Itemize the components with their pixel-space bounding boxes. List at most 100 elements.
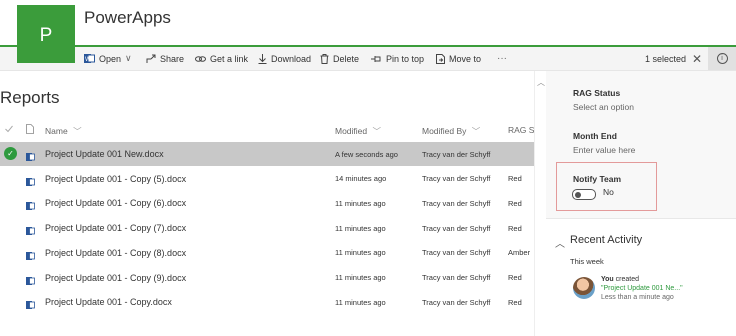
file-name[interactable]: Project Update 001 - Copy.docx bbox=[45, 290, 325, 314]
file-type-header-icon[interactable] bbox=[26, 124, 34, 136]
word-file-icon bbox=[26, 248, 35, 260]
table-row[interactable]: Project Update 001 - Copy.docx 11 minutes… bbox=[0, 290, 534, 314]
rag-status-cell: Red bbox=[508, 297, 522, 307]
rag-status-cell: Red bbox=[508, 198, 522, 208]
activity-line: You created bbox=[601, 276, 639, 283]
modified-by-cell: Tracy van der Schyff bbox=[422, 248, 491, 258]
move-to-label: Move to bbox=[449, 53, 482, 64]
table-row[interactable]: Project Update 001 - Copy (5).docx 14 min… bbox=[0, 167, 534, 191]
modified-cell: A few seconds ago bbox=[335, 149, 398, 159]
table-row[interactable]: Project Update 001 - Copy (7).docx 11 min… bbox=[0, 216, 534, 240]
column-name-label: Name bbox=[45, 126, 68, 136]
file-name[interactable]: Project Update 001 - Copy (8).docx bbox=[45, 241, 325, 265]
rag-status-cell: Amber bbox=[508, 248, 531, 258]
modified-cell: 11 minutes ago bbox=[335, 297, 386, 307]
file-name[interactable]: Project Update 001 - Copy (7).docx bbox=[45, 216, 325, 240]
activity-period: This week bbox=[570, 257, 604, 266]
table-row[interactable]: Project Update 001 - Copy (8).docx 11 min… bbox=[0, 241, 534, 265]
clear-selection-icon[interactable]: ✕ bbox=[692, 52, 702, 66]
open-button[interactable]: W Open ∨ bbox=[84, 47, 132, 70]
file-name[interactable]: Project Update 001 - Copy (5).docx bbox=[45, 167, 325, 191]
share-label: Share bbox=[160, 53, 185, 64]
notify-team-value: No bbox=[603, 187, 614, 197]
chevron-down-icon: ∨ bbox=[125, 53, 132, 63]
delete-icon bbox=[320, 53, 329, 64]
chevron-down-icon: ﹀ bbox=[73, 126, 82, 136]
select-all-check-icon[interactable] bbox=[5, 125, 13, 135]
open-label: Open bbox=[99, 53, 122, 64]
modified-by-cell: Tracy van der Schyff bbox=[422, 174, 491, 184]
modified-by-cell: Tracy van der Schyff bbox=[422, 273, 491, 282]
word-file-icon bbox=[26, 223, 35, 236]
download-button[interactable]: Download bbox=[258, 47, 311, 70]
selected-check-icon[interactable]: ✓ bbox=[4, 147, 17, 160]
share-icon bbox=[146, 54, 156, 64]
pin-icon bbox=[371, 54, 382, 64]
chevron-down-icon: ﹀ bbox=[471, 126, 481, 136]
column-modified-by-label: Modified By bbox=[422, 126, 467, 136]
modified-cell: 11 minutes ago bbox=[335, 198, 386, 208]
column-rag-label: RAG Sta bbox=[508, 125, 534, 135]
app-header: PowerApps bbox=[0, 0, 736, 46]
rag-status-cell: Red bbox=[508, 273, 522, 282]
modified-by-cell: Tracy van der Schyff bbox=[422, 223, 491, 233]
column-modified-label: Modified bbox=[335, 126, 368, 136]
month-end-label: Month End bbox=[573, 131, 617, 141]
file-name[interactable]: Project Update 001 - Copy (6).docx bbox=[45, 191, 325, 215]
modified-by-cell: Tracy van der Schyff bbox=[422, 149, 491, 159]
word-file-icon bbox=[26, 198, 35, 211]
logo-letter: P bbox=[39, 25, 53, 46]
activity-time: Less than a minute ago bbox=[601, 294, 674, 301]
selection-status: 1 selected ✕ bbox=[645, 47, 702, 70]
get-link-button[interactable]: Get a link bbox=[195, 47, 248, 70]
selection-count: 1 selected bbox=[645, 53, 687, 64]
details-pane: RAG Status Select an option Month End En… bbox=[546, 71, 736, 336]
word-file-icon bbox=[26, 297, 35, 310]
chevron-up-icon[interactable]: ︿ bbox=[555, 235, 565, 250]
library-title: Reports bbox=[0, 88, 60, 107]
file-name[interactable]: Project Update 001 - Copy (9).docx bbox=[45, 266, 325, 290]
word-file-icon bbox=[26, 149, 35, 161]
rag-status-field[interactable]: Select an option bbox=[573, 102, 634, 112]
share-button[interactable]: Share bbox=[146, 47, 184, 70]
chevron-down-icon: ﹀ bbox=[372, 126, 382, 136]
column-header-name[interactable]: Name ﹀ bbox=[45, 125, 82, 137]
rag-status-label: RAG Status bbox=[573, 88, 621, 98]
table-row[interactable]: ✓ Project Update 001 New.docx A few second… bbox=[0, 142, 534, 166]
activity-item-link[interactable]: "Project Update 001 Ne..." bbox=[601, 285, 683, 292]
column-header-modified[interactable]: Modified ﹀ bbox=[335, 125, 381, 137]
table-row[interactable]: Project Update 001 - Copy (6).docx 11 min… bbox=[0, 191, 534, 215]
app-title[interactable]: PowerApps bbox=[84, 8, 171, 28]
move-to-button[interactable]: Move to bbox=[436, 47, 481, 70]
scroll-up-icon[interactable]: ︿ bbox=[537, 77, 545, 88]
table-row[interactable]: Project Update 001 - Copy (9).docx 11 min… bbox=[0, 266, 534, 290]
column-header-modified-by[interactable]: Modified By ﹀ bbox=[422, 125, 480, 137]
delete-button[interactable]: Delete bbox=[320, 47, 359, 70]
notify-team-label: Notify Team bbox=[573, 174, 622, 184]
modified-by-cell: Tracy van der Schyff bbox=[422, 297, 491, 307]
toggle-knob bbox=[575, 191, 581, 198]
svg-text:W: W bbox=[85, 57, 91, 63]
modified-cell: 14 minutes ago bbox=[335, 174, 387, 184]
rag-status-cell bbox=[508, 142, 534, 166]
word-file-icon bbox=[26, 174, 35, 186]
avatar[interactable] bbox=[573, 277, 595, 299]
modified-cell: 11 minutes ago bbox=[335, 248, 386, 258]
more-button[interactable]: ··· bbox=[497, 47, 507, 70]
file-name[interactable]: Project Update 001 New.docx bbox=[45, 142, 325, 166]
recent-activity-title[interactable]: Recent Activity bbox=[570, 234, 642, 246]
move-icon bbox=[436, 53, 445, 64]
word-icon: W bbox=[84, 53, 95, 64]
modified-by-cell: Tracy van der Schyff bbox=[422, 198, 491, 208]
info-pane-button[interactable]: i bbox=[708, 47, 736, 70]
month-end-field[interactable]: Enter value here bbox=[573, 145, 635, 155]
app-logo[interactable]: P bbox=[17, 5, 75, 63]
command-bar: W Open ∨ Share Get a link Download Delet… bbox=[0, 47, 736, 71]
column-header-rag-status[interactable]: RAG Sta bbox=[508, 125, 534, 135]
get-link-label: Get a link bbox=[210, 53, 249, 64]
modified-cell: 11 minutes ago bbox=[335, 223, 386, 233]
notify-team-toggle[interactable] bbox=[572, 189, 596, 200]
pin-to-top-label: Pin to top bbox=[386, 53, 425, 64]
pin-to-top-button[interactable]: Pin to top bbox=[371, 47, 424, 70]
activity-action: created bbox=[613, 276, 639, 283]
